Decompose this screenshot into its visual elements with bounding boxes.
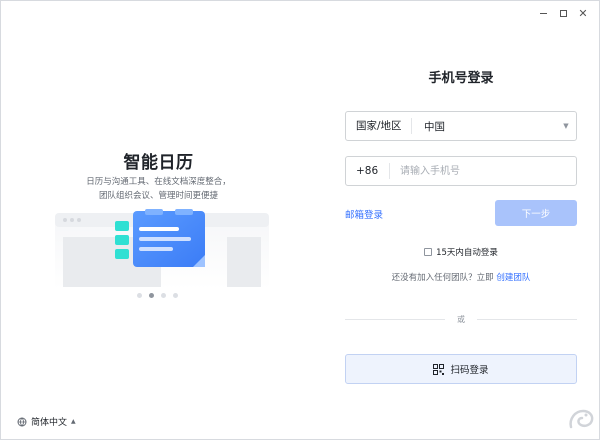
- login-panel: 手机号登录 国家/地区 中国 ▼ +86 邮箱登录 下一步 15天内自动登录 还…: [321, 1, 599, 439]
- region-label: 国家/地区: [346, 118, 412, 134]
- carousel-dot[interactable]: [137, 293, 142, 298]
- login-window: ✕ 智能日历 日历与沟通工具、在线文档深度整合， 团队组织会议、管理时间更便捷: [0, 0, 600, 440]
- phone-input[interactable]: [390, 158, 576, 184]
- promo-title: 智能日历: [123, 153, 194, 173]
- or-divider: 或: [345, 313, 577, 325]
- carousel-dot[interactable]: [161, 293, 166, 298]
- carousel-dot-active[interactable]: [149, 293, 154, 298]
- auto-login-checkbox[interactable]: [424, 248, 433, 256]
- auto-login-row: 15天内自动登录: [321, 246, 599, 258]
- language-label: 简体中文: [31, 418, 68, 428]
- qr-login-button[interactable]: 扫码登录: [345, 354, 577, 384]
- language-switcher[interactable]: 简体中文 ▲: [17, 415, 76, 428]
- promo-description: 日历与沟通工具、在线文档深度整合， 团队组织会议、管理时间更便捷: [1, 175, 316, 203]
- region-value: 中国: [424, 120, 445, 133]
- region-select[interactable]: 国家/地区 中国 ▼: [345, 111, 577, 141]
- calendar-illustration: [55, 209, 269, 289]
- login-title: 手机号登录: [428, 71, 494, 86]
- carousel-dots: [137, 293, 178, 298]
- team-prompt-text: 还没有加入任何团队？立即: [391, 273, 494, 283]
- promo-panel: 智能日历 日历与沟通工具、在线文档深度整合， 团队组织会议、管理时间更便捷 简体…: [1, 1, 321, 439]
- phone-field: +86: [345, 156, 577, 186]
- qr-code-icon: [433, 363, 445, 375]
- next-button[interactable]: 下一步: [495, 200, 577, 226]
- promo-desc-line-1: 日历与沟通工具、在线文档深度整合，: [86, 177, 231, 187]
- carousel-dot[interactable]: [173, 293, 178, 298]
- divider-line: [345, 318, 445, 320]
- divider-text: 或: [457, 314, 465, 324]
- promo-desc-line-2: 团队组织会议、管理时间更便捷: [98, 191, 218, 201]
- dragon-logo-icon: [569, 409, 594, 429]
- country-code[interactable]: +86: [346, 163, 390, 179]
- email-login-link[interactable]: 邮箱登录: [345, 207, 383, 221]
- team-prompt: 还没有加入任何团队？立即 创建团队: [321, 271, 599, 283]
- chevron-down-icon: ▼: [563, 122, 569, 130]
- watermark-logo: [567, 407, 595, 433]
- auto-login-label: 15天内自动登录: [436, 248, 498, 258]
- qr-login-label: 扫码登录: [450, 365, 489, 376]
- divider-line: [477, 318, 577, 320]
- create-team-link[interactable]: 创建团队: [496, 273, 530, 283]
- caret-up-icon: ▲: [71, 418, 76, 425]
- globe-icon: [17, 417, 27, 426]
